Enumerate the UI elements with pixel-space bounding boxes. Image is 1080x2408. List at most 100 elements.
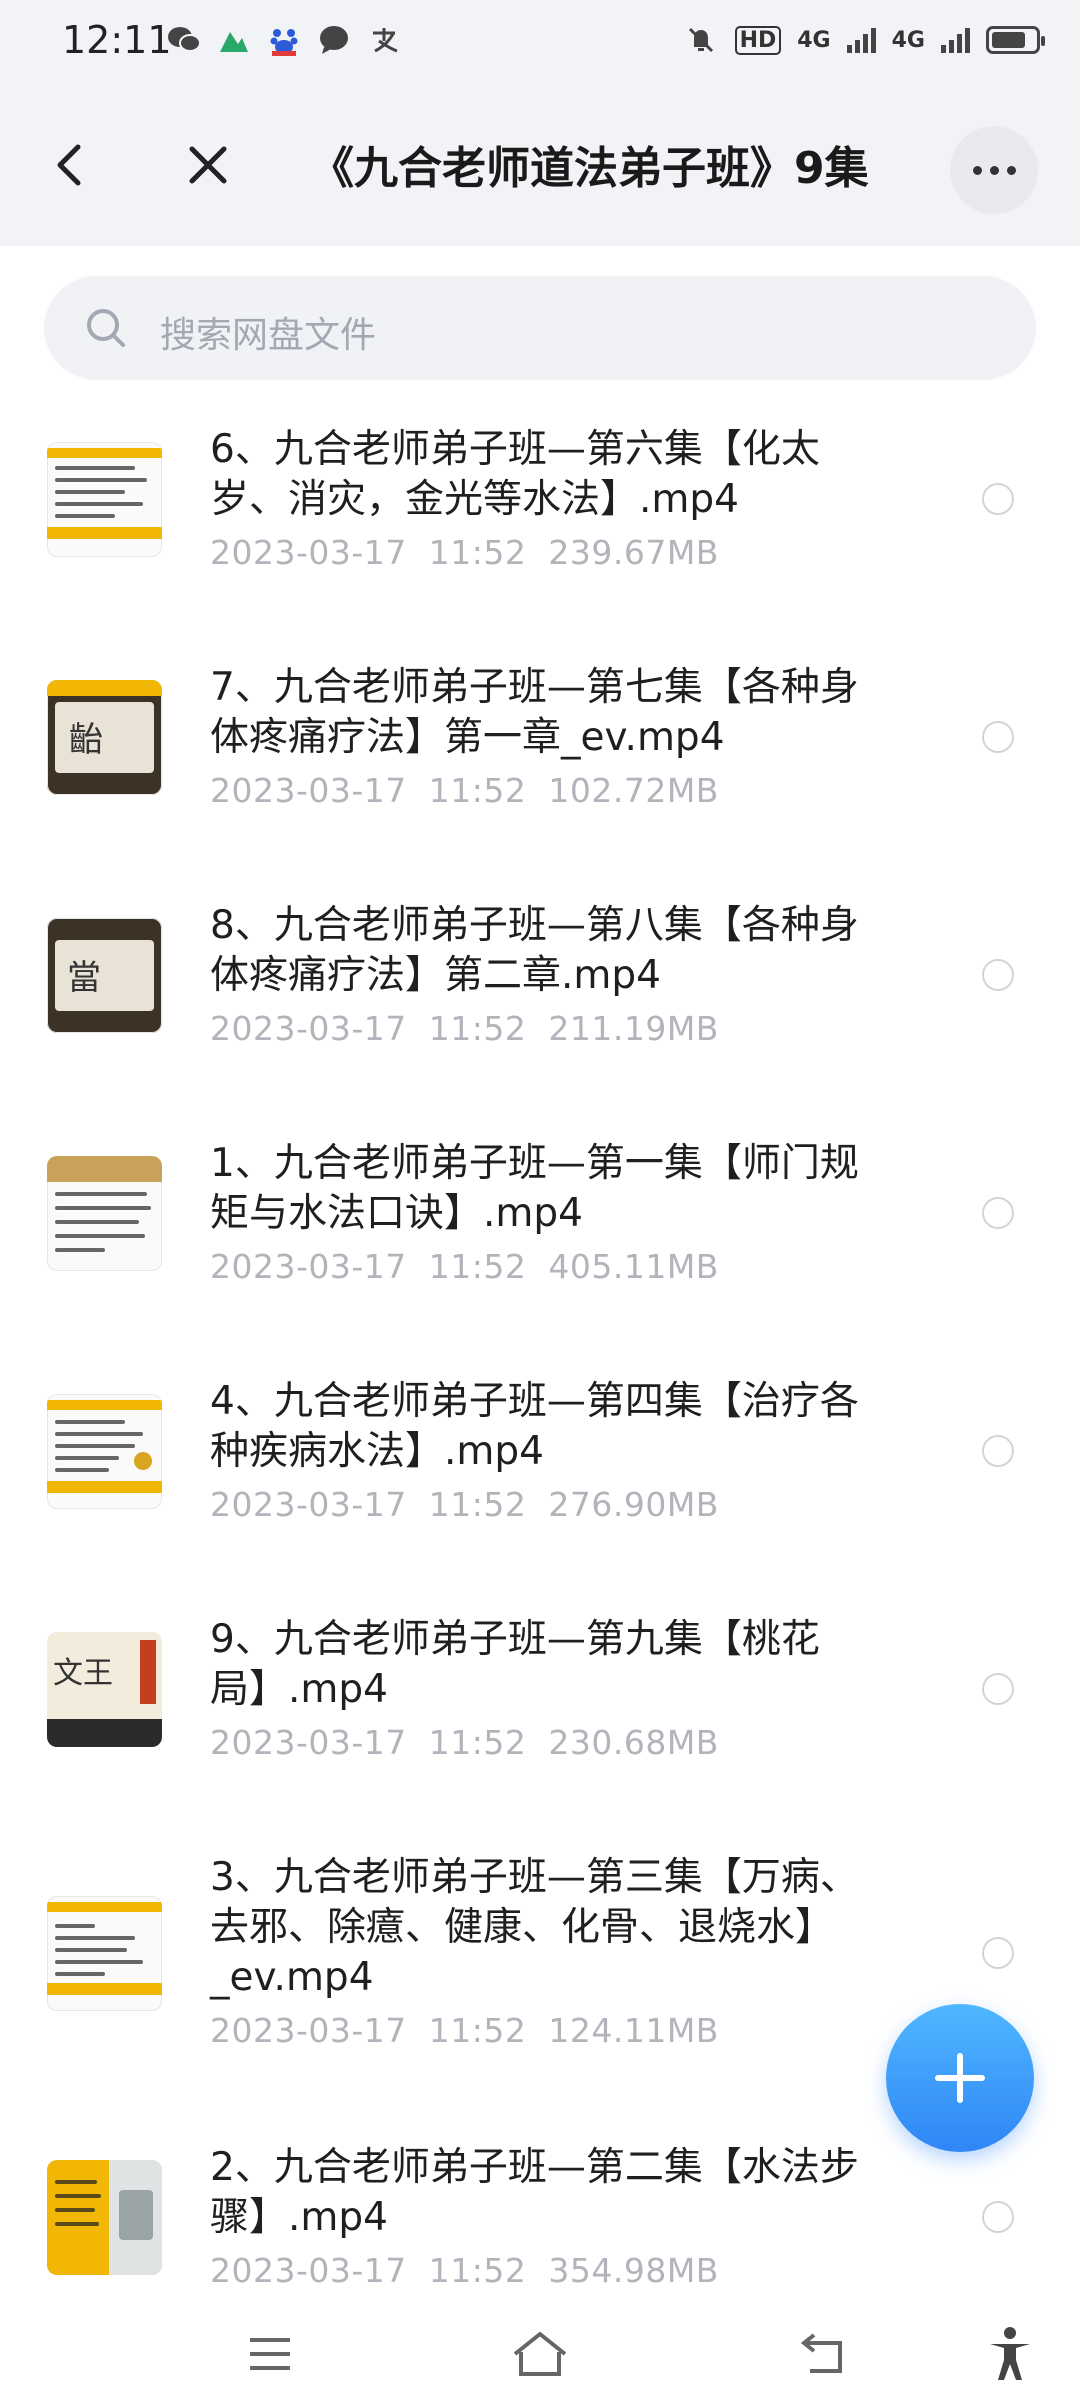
mute-icon (683, 22, 719, 58)
network-indicator-2: 4G (891, 27, 925, 53)
file-time: 11:52 (428, 533, 527, 572)
file-size: 211.19MB (548, 1009, 719, 1048)
file-name: 4、九合老师弟子班—第四集【治疗各 种疾病水法】.mp4 (210, 1379, 859, 1474)
video-thumbnail (47, 2160, 162, 2275)
plus-icon (935, 2053, 985, 2103)
file-size: 239.67MB (548, 533, 719, 572)
status-time: 12:11 (62, 18, 172, 62)
wechat-icon (166, 22, 202, 58)
file-meta: 2023-03-17 11:52 102.72MB (210, 771, 719, 810)
video-thumbnail: 齝 (47, 680, 162, 795)
file-date: 2023-03-17 (210, 1009, 407, 1048)
network-indicator-1: 4G (797, 27, 831, 53)
battery-icon (986, 26, 1045, 54)
file-time: 11:52 (428, 1723, 527, 1762)
menu-icon (250, 2338, 290, 2370)
video-thumbnail (47, 1896, 162, 2011)
status-bar: 12:11 HD 4G 4G (0, 0, 1080, 84)
file-date: 2023-03-17 (210, 771, 407, 810)
video-thumbnail: 文王 (47, 1632, 162, 1747)
file-meta: 2023-03-17 11:52 354.98MB (210, 2251, 719, 2290)
baidu-icon (266, 22, 302, 58)
nav-back-icon (800, 2333, 842, 2373)
file-row[interactable]: 2、九合老师弟子班—第二集【水法步 骤】.mp4 2023-03-17 11:5… (0, 2113, 1080, 2295)
search-icon (87, 309, 125, 347)
system-icons: HD 4G 4G (683, 22, 1045, 58)
select-checkbox[interactable] (982, 959, 1014, 991)
video-thumbnail (47, 442, 162, 557)
file-time: 11:52 (428, 1247, 527, 1286)
select-checkbox[interactable] (982, 1197, 1014, 1229)
file-time: 11:52 (428, 771, 527, 810)
file-time: 11:52 (428, 2251, 527, 2290)
file-time: 11:52 (428, 2011, 527, 2050)
search-bar[interactable]: 搜索网盘文件 (44, 276, 1036, 380)
accessibility-button[interactable] (980, 2324, 1040, 2384)
file-name: 6、九合老师弟子班—第六集【化太 岁、消灾，金光等水法】.mp4 (210, 427, 820, 522)
signal-icon-1 (846, 27, 876, 53)
more-options-button[interactable] (950, 126, 1038, 214)
file-name: 1、九合老师弟子班—第一集【师门规 矩与水法口诀】.mp4 (210, 1141, 859, 1236)
file-size: 124.11MB (548, 2011, 719, 2050)
file-date: 2023-03-17 (210, 1247, 407, 1286)
video-thumbnail (47, 1156, 162, 1271)
notification-icons (166, 22, 402, 58)
search-placeholder: 搜索网盘文件 (160, 315, 377, 356)
hd-indicator: HD (734, 25, 782, 55)
file-name: 8、九合老师弟子班—第八集【各种身 体疼痛疗法】第二章.mp4 (210, 903, 859, 998)
file-date: 2023-03-17 (210, 2251, 407, 2290)
home-icon (513, 2332, 567, 2376)
file-size: 405.11MB (548, 1247, 719, 1286)
home-button[interactable] (510, 2324, 570, 2384)
file-meta: 2023-03-17 11:52 239.67MB (210, 533, 719, 572)
select-checkbox[interactable] (982, 2201, 1014, 2233)
file-row[interactable]: 當 8、九合老师弟子班—第八集【各种身 体疼痛疗法】第二章.mp4 2023-0… (0, 871, 1080, 1109)
alipay-icon (366, 22, 402, 58)
file-date: 2023-03-17 (210, 533, 407, 572)
back-arrow-icon (57, 144, 81, 186)
video-thumbnail: 當 (47, 918, 162, 1033)
nav-back-button[interactable] (795, 2324, 855, 2384)
file-row[interactable]: 6、九合老师弟子班—第六集【化太 岁、消灾，金光等水法】.mp4 2023-03… (0, 395, 1080, 633)
select-checkbox[interactable] (982, 1435, 1014, 1467)
back-button[interactable] (30, 125, 110, 205)
file-name: 9、九合老师弟子班—第九集【桃花 局】.mp4 (210, 1617, 820, 1712)
close-button[interactable] (168, 125, 248, 205)
select-checkbox[interactable] (982, 1937, 1014, 1969)
maps-icon (216, 22, 252, 58)
file-name: 3、九合老师弟子班—第三集【万病、 去邪、除癔、健康、化骨、退烧水】 _ev.m… (210, 1855, 859, 2000)
file-meta: 2023-03-17 11:52 276.90MB (210, 1485, 719, 1524)
file-row[interactable]: 文王 9、九合老师弟子班—第九集【桃花 局】.mp4 2023-03-17 11… (0, 1585, 1080, 1823)
file-size: 354.98MB (548, 2251, 719, 2290)
file-date: 2023-03-17 (210, 2011, 407, 2050)
file-meta: 2023-03-17 11:52 124.11MB (210, 2011, 719, 2050)
chat-bubble-icon (316, 22, 352, 58)
file-size: 276.90MB (548, 1485, 719, 1524)
file-meta: 2023-03-17 11:52 405.11MB (210, 1247, 719, 1286)
file-time: 11:52 (428, 1009, 527, 1048)
file-meta: 2023-03-17 11:52 211.19MB (210, 1009, 719, 1048)
file-date: 2023-03-17 (210, 1723, 407, 1762)
top-app-bar: 《九合老师道法弟子班》9集 (0, 84, 1080, 246)
upload-fab-button[interactable] (886, 2004, 1034, 2152)
file-size: 230.68MB (548, 1723, 719, 1762)
file-meta: 2023-03-17 11:52 230.68MB (210, 1723, 719, 1762)
file-row[interactable]: 齝 7、九合老师弟子班—第七集【各种身 体疼痛疗法】第一章_ev.mp4 202… (0, 633, 1080, 871)
file-list: 6、九合老师弟子班—第六集【化太 岁、消灾，金光等水法】.mp4 2023-03… (0, 395, 1080, 2295)
file-date: 2023-03-17 (210, 1485, 407, 1524)
system-nav-bar (0, 2300, 1080, 2408)
page-title: 《九合老师道法弟子班》9集 (310, 143, 869, 194)
file-name: 7、九合老师弟子班—第七集【各种身 体疼痛疗法】第一章_ev.mp4 (210, 665, 859, 760)
file-time: 11:52 (428, 1485, 527, 1524)
video-thumbnail (47, 1394, 162, 1509)
menu-button[interactable] (240, 2324, 300, 2384)
file-name: 2、九合老师弟子班—第二集【水法步 骤】.mp4 (210, 2145, 859, 2240)
select-checkbox[interactable] (982, 483, 1014, 515)
signal-icon-2 (941, 27, 970, 53)
close-icon (189, 146, 227, 184)
select-checkbox[interactable] (982, 721, 1014, 753)
file-row[interactable]: 1、九合老师弟子班—第一集【师门规 矩与水法口诀】.mp4 2023-03-17… (0, 1109, 1080, 1347)
more-dots-icon (972, 165, 982, 175)
select-checkbox[interactable] (982, 1673, 1014, 1705)
file-row[interactable]: 4、九合老师弟子班—第四集【治疗各 种疾病水法】.mp4 2023-03-17 … (0, 1347, 1080, 1585)
